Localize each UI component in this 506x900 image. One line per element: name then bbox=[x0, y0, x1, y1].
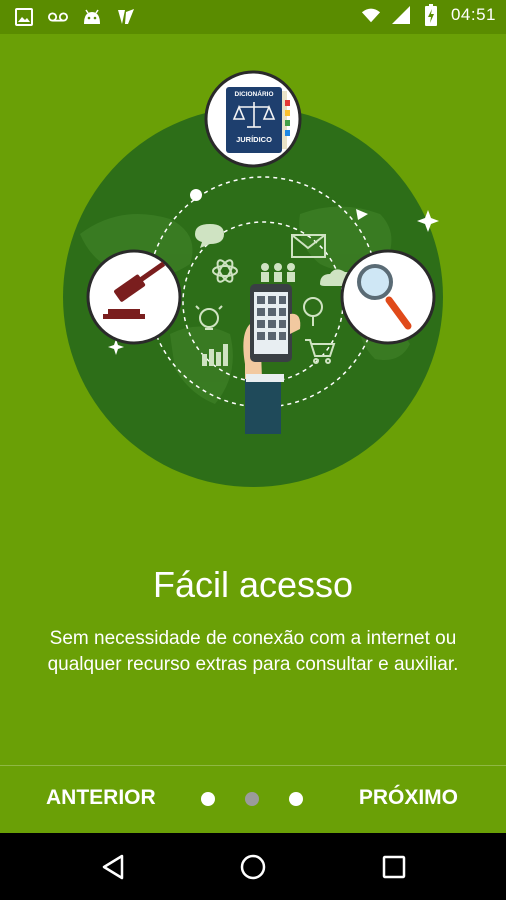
page-dot-3 bbox=[289, 792, 303, 806]
next-button[interactable]: PRÓXIMO bbox=[359, 786, 458, 810]
people-icon bbox=[261, 263, 295, 282]
back-icon bbox=[102, 854, 124, 880]
page-dot-2-current bbox=[245, 792, 259, 806]
system-nav-bar bbox=[0, 833, 506, 900]
slide-title: Fácil acesso bbox=[152, 564, 354, 605]
battery-charging-icon bbox=[421, 4, 441, 26]
home-icon bbox=[240, 854, 266, 880]
back-button[interactable] bbox=[95, 849, 131, 885]
image-icon bbox=[14, 7, 34, 27]
gavel-badge bbox=[86, 249, 182, 345]
signal-icon bbox=[391, 5, 411, 25]
page-indicator bbox=[201, 792, 303, 806]
recents-button[interactable] bbox=[376, 849, 412, 885]
book-label-line1: DICIONÁRIO bbox=[235, 89, 274, 98]
status-time: 04:51 bbox=[450, 5, 496, 24]
slide-description: Sem necessidade de conexão com a interne… bbox=[47, 628, 459, 675]
page-dot-1 bbox=[201, 792, 215, 806]
orbit-dot bbox=[190, 189, 202, 201]
recents-icon bbox=[382, 855, 406, 879]
status-bar: 04:51 bbox=[0, 0, 506, 34]
voicemail-icon bbox=[48, 7, 68, 27]
android-icon bbox=[82, 7, 102, 27]
pager-footer: ANTERIOR PRÓXIMO bbox=[0, 766, 506, 833]
onboarding-screen: DICIONÁRIO JURÍDICO Fácil acesso Sem nec… bbox=[0, 34, 506, 833]
book-badge: DICIONÁRIO JURÍDICO bbox=[204, 70, 302, 168]
onboarding-illustration: DICIONÁRIO JURÍDICO bbox=[63, 70, 443, 487]
book-label-line2: JURÍDICO bbox=[236, 135, 272, 144]
previous-button[interactable]: ANTERIOR bbox=[46, 786, 156, 810]
home-button[interactable] bbox=[235, 849, 271, 885]
wifi-icon bbox=[361, 5, 381, 25]
app-logo-icon bbox=[116, 7, 136, 27]
magnifier-badge bbox=[340, 249, 436, 345]
